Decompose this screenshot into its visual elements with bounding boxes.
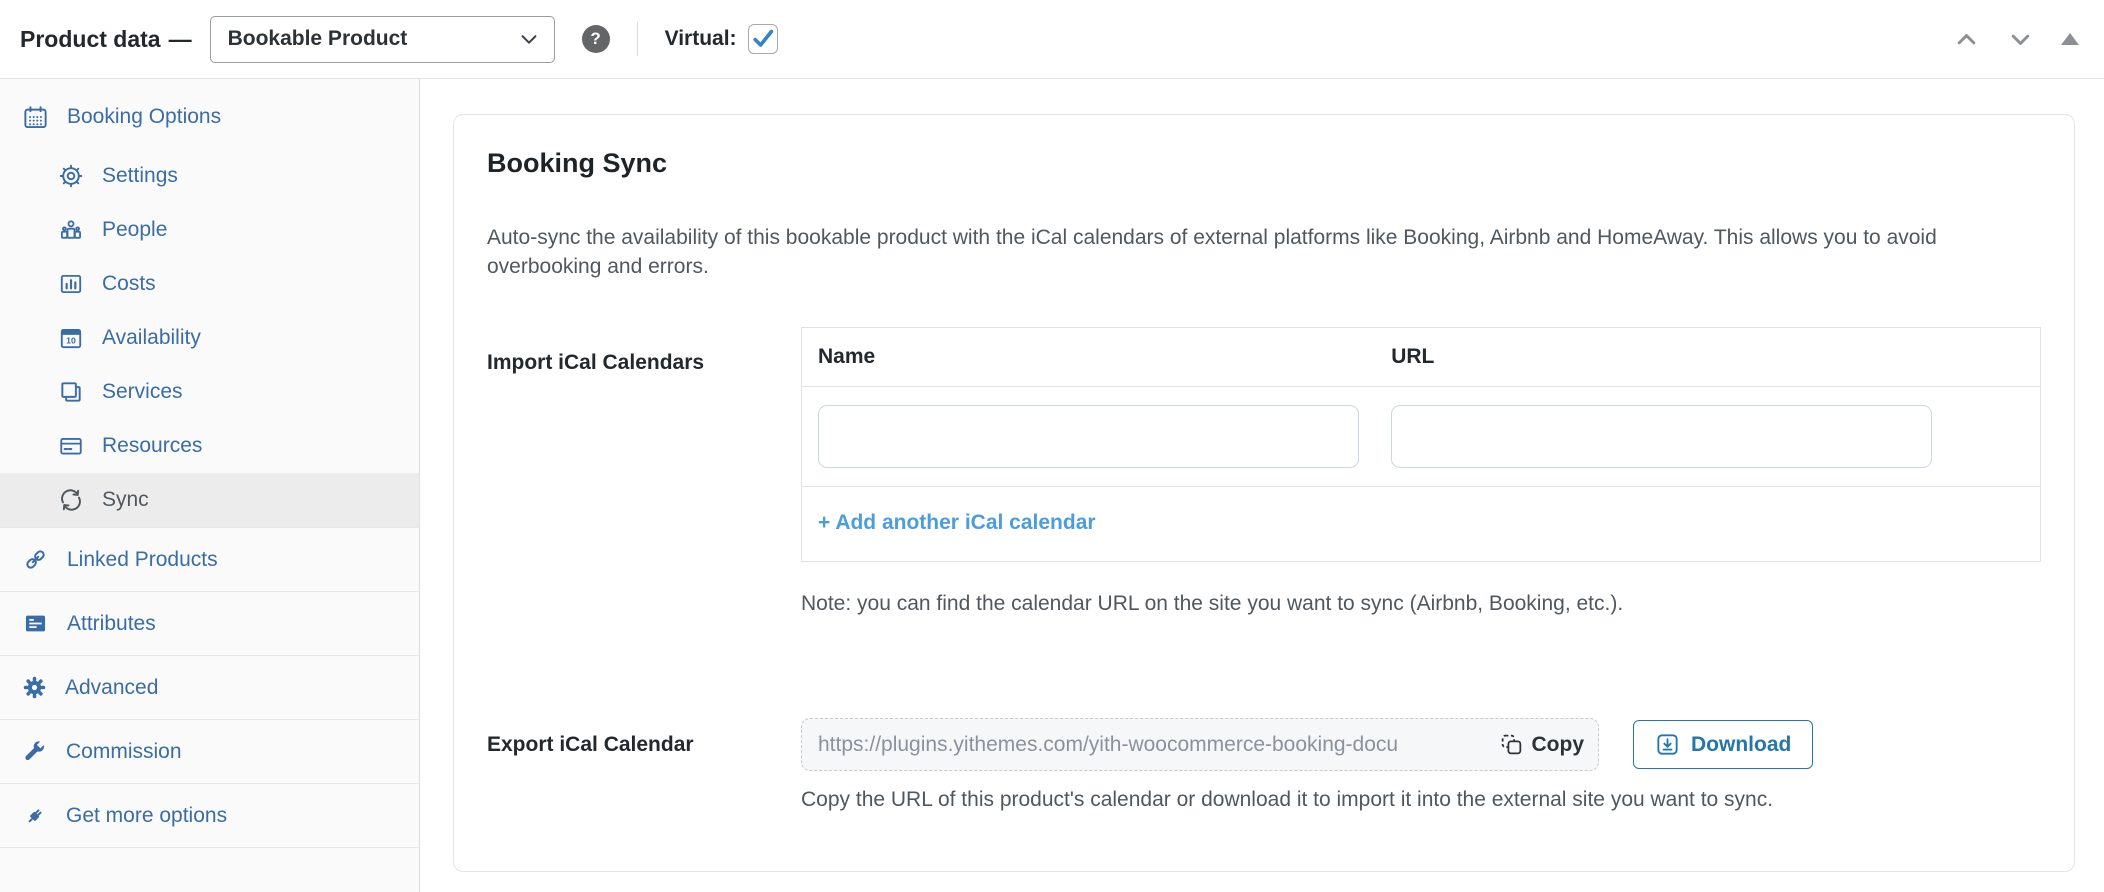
metabox-controls bbox=[1953, 26, 2104, 53]
sync-icon bbox=[58, 487, 84, 513]
page-title: Product data bbox=[20, 26, 161, 53]
sidebar-item-advanced[interactable]: Advanced bbox=[0, 655, 419, 719]
sidebar-item-label: Resources bbox=[102, 434, 202, 458]
sidebar-item-resources[interactable]: Resources bbox=[0, 419, 419, 473]
attributes-icon bbox=[22, 610, 49, 637]
download-button-label: Download bbox=[1691, 733, 1791, 757]
layers-icon bbox=[58, 379, 84, 405]
copy-icon bbox=[1499, 732, 1524, 757]
sidebar-item-booking-options[interactable]: Booking Options bbox=[0, 85, 419, 149]
help-icon[interactable]: ? bbox=[582, 25, 610, 53]
sidebar-item-label: Settings bbox=[102, 164, 178, 188]
export-ical-row: Export iCal Calendar https://plugins.yit… bbox=[487, 718, 2041, 812]
link-icon bbox=[22, 546, 49, 573]
sidebar-item-label: Attributes bbox=[67, 612, 156, 636]
ical-calendars-table: Name URL + Add another iCa bbox=[801, 327, 2041, 562]
move-up-icon[interactable] bbox=[1953, 26, 1980, 53]
check-icon bbox=[751, 27, 775, 51]
panel-title: Booking Sync bbox=[487, 148, 2041, 179]
export-description: Copy the URL of this product's calendar … bbox=[801, 788, 2041, 812]
download-button[interactable]: Download bbox=[1633, 720, 1813, 769]
column-header-name: Name bbox=[802, 328, 1375, 386]
import-ical-label: Import iCal Calendars bbox=[487, 327, 801, 616]
plug-icon bbox=[22, 803, 48, 829]
sidebar-item-label: Advanced bbox=[65, 676, 158, 700]
sidebar-item-get-more-options[interactable]: Get more options bbox=[0, 783, 419, 847]
sidebar-item-label: Costs bbox=[102, 272, 156, 296]
sidebar-item-availability[interactable]: 10 Availability bbox=[0, 311, 419, 365]
sidebar-item-label: Get more options bbox=[66, 804, 227, 828]
gear-solid-icon bbox=[22, 675, 47, 700]
sidebar-item-label: Availability bbox=[102, 326, 201, 350]
sidebar-item-people[interactable]: People bbox=[0, 203, 419, 257]
sidebar-item-label: Sync bbox=[102, 488, 149, 512]
sidebar-item-settings[interactable]: Settings bbox=[0, 149, 419, 203]
calendar-icon bbox=[22, 104, 49, 131]
sidebar-item-label: Commission bbox=[66, 740, 182, 764]
virtual-label: Virtual: bbox=[665, 27, 737, 51]
column-header-url: URL bbox=[1375, 328, 1948, 386]
ical-table-row bbox=[802, 387, 2040, 487]
bar-chart-icon bbox=[58, 271, 84, 297]
import-note: Note: you can find the calendar URL on t… bbox=[801, 592, 2041, 616]
copy-button[interactable]: Copy bbox=[1493, 732, 1585, 757]
ical-add-row: + Add another iCal calendar bbox=[802, 487, 2040, 561]
export-url-field: https://plugins.yithemes.com/yith-woocom… bbox=[801, 718, 1599, 771]
download-icon bbox=[1655, 732, 1680, 757]
sidebar-divider bbox=[0, 847, 419, 848]
toggle-panel-icon[interactable] bbox=[2061, 33, 2079, 45]
sidebar-item-costs[interactable]: Costs bbox=[0, 257, 419, 311]
title-dash: — bbox=[169, 26, 192, 53]
copy-button-label: Copy bbox=[1532, 733, 1585, 757]
sidebar-item-sync[interactable]: Sync bbox=[0, 473, 419, 527]
panel-description: Auto-sync the availability of this booka… bbox=[487, 223, 2037, 281]
add-ical-calendar-link[interactable]: + Add another iCal calendar bbox=[818, 511, 1096, 534]
svg-text:10: 10 bbox=[66, 336, 76, 346]
sidebar-item-label: People bbox=[102, 218, 167, 242]
wrench-icon bbox=[22, 739, 48, 765]
header-divider bbox=[637, 22, 638, 56]
export-ical-label: Export iCal Calendar bbox=[487, 718, 801, 812]
virtual-checkbox[interactable] bbox=[748, 24, 778, 54]
sidebar-item-services[interactable]: Services bbox=[0, 365, 419, 419]
sidebar-item-linked-products[interactable]: Linked Products bbox=[0, 527, 419, 591]
sidebar-item-commission[interactable]: Commission bbox=[0, 719, 419, 783]
card-icon bbox=[58, 433, 84, 459]
people-icon bbox=[58, 217, 84, 243]
ical-name-input[interactable] bbox=[818, 405, 1359, 468]
booking-sync-card: Booking Sync Auto-sync the availability … bbox=[453, 114, 2075, 872]
product-data-sidebar: Booking Options Settings People bbox=[0, 79, 420, 892]
chevron-down-icon bbox=[518, 28, 540, 50]
ical-url-input[interactable] bbox=[1391, 405, 1932, 468]
product-type-select[interactable]: Bookable Product bbox=[210, 16, 555, 63]
sidebar-item-attributes[interactable]: Attributes bbox=[0, 591, 419, 655]
product-data-main: Booking Sync Auto-sync the availability … bbox=[420, 79, 2104, 892]
sidebar-item-label: Linked Products bbox=[67, 548, 218, 572]
export-url-value: https://plugins.yithemes.com/yith-woocom… bbox=[818, 733, 1493, 757]
move-down-icon[interactable] bbox=[2007, 26, 2034, 53]
product-data-header: Product data — Bookable Product ? Virtua… bbox=[0, 0, 2104, 79]
ical-table-header: Name URL bbox=[802, 328, 2040, 387]
product-type-value: Bookable Product bbox=[228, 27, 408, 51]
gear-icon bbox=[58, 163, 84, 189]
calendar-10-icon: 10 bbox=[58, 325, 84, 351]
sidebar-item-label: Booking Options bbox=[67, 105, 221, 129]
import-ical-row: Import iCal Calendars Name URL bbox=[487, 327, 2041, 616]
sidebar-item-label: Services bbox=[102, 380, 183, 404]
